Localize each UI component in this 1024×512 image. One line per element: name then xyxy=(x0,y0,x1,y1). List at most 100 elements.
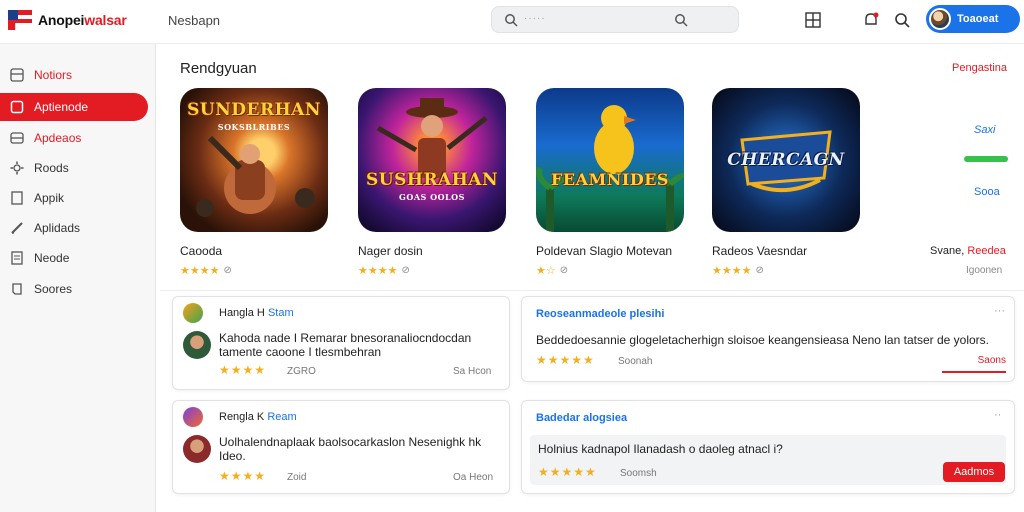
review-tag: H xyxy=(256,307,265,319)
see-all-link[interactable]: Pengastina xyxy=(952,62,1007,74)
sidebar-item-aptienode[interactable]: Aptienode xyxy=(0,93,148,121)
review-meta: ZGRO xyxy=(287,366,316,377)
sidebar-item-notiors[interactable]: Notiors xyxy=(0,61,148,89)
sidebar-item-label: Notiors xyxy=(34,68,73,82)
sidebar-item-label: Roods xyxy=(34,161,69,175)
scroll-icon xyxy=(12,283,22,295)
sidebar-item-label: Apdeaos xyxy=(34,131,82,145)
logo-text-b: walsar xyxy=(84,12,127,28)
app-card[interactable]: SUSHRAHAN GOAS OOLOS Nager dosin ★★★★ ⊘ xyxy=(358,88,506,277)
sidebar-item-appik[interactable]: Appik xyxy=(0,184,148,212)
note-text: Holnius kadnapol Ilanadash o daoleg atna… xyxy=(538,442,783,456)
sidebar: Notiors Aptienode Apdeaos Roods Appik Ap… xyxy=(0,44,156,512)
more-options-icon[interactable]: ··· xyxy=(994,305,1005,317)
side-name: Svane, xyxy=(930,245,965,257)
art-title: CHERCAGN xyxy=(727,150,845,170)
review-title: Hangla xyxy=(219,307,254,319)
nav-link[interactable]: Nesbapn xyxy=(168,13,220,28)
app-card[interactable]: SUNDERHAN SOKSBLRIBES Caooda ★★★★ ⊘ xyxy=(180,88,328,277)
sidebar-item-label: Aptienode xyxy=(34,100,89,114)
app-card[interactable]: CHERCAGN Radeos Vaesndar ★★★★ ⊘ xyxy=(712,88,860,277)
star-rating: ★★★★★ xyxy=(538,465,597,479)
pencil-icon xyxy=(11,222,23,234)
star-rating: ★★★★ xyxy=(219,469,267,483)
sidebar-item-apdeaos[interactable]: Apdeaos xyxy=(0,124,148,152)
parrot-art-icon xyxy=(536,105,684,232)
side-label-bottom: Sooa xyxy=(974,186,1000,198)
star-rating: ★☆ xyxy=(536,265,556,277)
app-name: Nager dosin xyxy=(358,244,423,258)
art-subtitle: SOKSBLRIBES xyxy=(217,122,291,132)
search-bar[interactable]: ····· xyxy=(491,6,739,33)
app-name: Radeos Vaesndar xyxy=(712,244,808,258)
divider xyxy=(160,290,1024,291)
section-title: Rendgyuan xyxy=(180,60,257,77)
art-title: SUNDERHAN xyxy=(187,100,321,120)
logo-text-a: Anopei xyxy=(38,12,85,28)
review-meta: Zoid xyxy=(287,472,307,483)
app-name: Caooda xyxy=(180,244,223,258)
note-card[interactable]: Reoseanmadeole plesihi ··· Beddedoesanni… xyxy=(521,296,1015,382)
gear-icon xyxy=(10,161,24,175)
review-title: Rengla xyxy=(219,411,254,423)
note-meta: Soonah xyxy=(618,356,653,367)
star-rating: ★★★★ xyxy=(180,265,220,277)
stack-icon xyxy=(10,132,24,144)
app-logo[interactable]: Anopeiwalsar xyxy=(8,10,127,30)
app-thumbnail[interactable]: FEAMNIDES xyxy=(536,88,684,232)
side-name-red[interactable]: Reedea xyxy=(967,245,1006,257)
review-card[interactable]: Hangla H Stam Kahoda nade I Remarar bnes… xyxy=(172,296,510,390)
note-action-button[interactable]: Aadmos xyxy=(943,462,1005,482)
top-bar: Anopeiwalsar Nesbapn ····· Toaoeat xyxy=(0,0,1024,44)
app-icon xyxy=(183,303,203,323)
doc-icon xyxy=(11,191,23,205)
app-card[interactable]: FEAMNIDES Poldevan Slagio Motevan ★☆ ⊘ xyxy=(536,88,684,277)
app-thumbnail[interactable]: SUSHRAHAN GOAS OOLOS xyxy=(358,88,506,232)
progress-bar xyxy=(964,156,1008,162)
app-thumbnail[interactable]: CHERCAGN xyxy=(712,88,860,232)
art-title: FEAMNIDES xyxy=(551,170,669,189)
review-link[interactable]: Ream xyxy=(267,411,296,423)
profile-button[interactable]: Toaoeat xyxy=(926,5,1020,33)
notification-icon[interactable] xyxy=(862,11,880,29)
more-options-icon[interactable]: ·· xyxy=(994,409,1001,421)
art-title: SUSHRAHAN xyxy=(365,170,499,190)
download-icon: ⊘ xyxy=(559,265,569,276)
search-icon[interactable] xyxy=(893,11,911,29)
grid-apps-icon[interactable] xyxy=(804,11,822,29)
review-date: Sa Hcon xyxy=(453,366,492,377)
avatar xyxy=(183,331,211,359)
sidebar-item-soores[interactable]: Soores xyxy=(0,275,148,303)
app-rating: ★☆ ⊘ xyxy=(536,264,684,277)
review-text: Kahoda nade I Remarar bnesoranaliocndocd… xyxy=(219,331,472,359)
download-icon: ⊘ xyxy=(401,265,410,276)
sidebar-item-neode[interactable]: Neode xyxy=(0,244,148,272)
review-date: Oa Heon xyxy=(453,472,494,483)
sidebar-item-label: Soores xyxy=(34,282,73,296)
sidebar-item-roods[interactable]: Roods xyxy=(0,154,148,182)
note-title: Badedar alogsiea xyxy=(536,412,628,424)
sidebar-item-aplidads[interactable]: Aplidads xyxy=(0,214,148,242)
review-link[interactable]: Stam xyxy=(268,307,294,319)
app-icon xyxy=(183,407,203,427)
search-submit-icon[interactable] xyxy=(674,13,688,27)
star-rating: ★★★★ xyxy=(712,265,752,277)
list-icon xyxy=(11,251,23,265)
search-placeholder: ····· xyxy=(524,13,546,24)
star-rating: ★★★★★ xyxy=(536,353,595,367)
app-thumbnail[interactable]: SUNDERHAN SOKSBLRIBES xyxy=(180,88,328,232)
note-card[interactable]: Badedar alogsiea ·· Holnius kadnapol Ila… xyxy=(521,400,1015,494)
square-icon xyxy=(10,100,24,114)
review-card[interactable]: Rengla K Ream Uolhalendnaplaak baolsocar… xyxy=(172,400,510,494)
app-rating: ★★★★ ⊘ xyxy=(180,264,328,277)
app-rating: ★★★★ ⊘ xyxy=(712,264,860,277)
sidebar-item-label: Appik xyxy=(34,191,65,205)
star-rating: ★★★★ xyxy=(358,265,398,277)
avatar xyxy=(929,8,951,30)
note-action-link[interactable]: Saons xyxy=(942,355,1006,373)
app-rating: ★★★★ ⊘ xyxy=(358,264,506,277)
app-name: Poldevan Slagio Motevan xyxy=(536,244,673,258)
art-subtitle: GOAS OOLOS xyxy=(399,192,465,202)
grid-icon xyxy=(10,68,24,82)
note-text: Beddedoesannie glogeletacherhign sloisoe… xyxy=(536,333,989,347)
